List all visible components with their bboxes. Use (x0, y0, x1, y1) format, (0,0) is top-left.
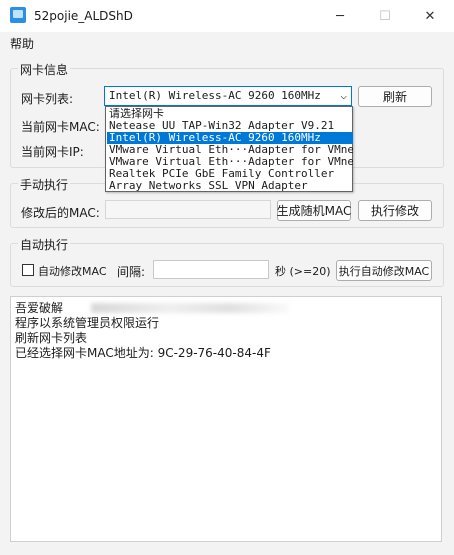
nic-option[interactable]: 请选择网卡 (107, 108, 353, 120)
generate-random-mac-button[interactable]: 生成随机MAC (277, 200, 351, 221)
nic-select-value: Intel(R) Wireless-AC 9260 160MHz (109, 89, 321, 102)
log-line: 程序以系统管理员权限运行 (15, 316, 160, 330)
auto-legend: 自动执行 (18, 236, 71, 253)
nic-select[interactable]: Intel(R) Wireless-AC 9260 160MHz ⌵ (104, 86, 352, 106)
nic-option[interactable]: VMware Virtual Eth···Adapter for VMnet8 (107, 156, 353, 168)
nic-option[interactable]: VMware Virtual Eth···Adapter for VMnet1 (107, 144, 353, 156)
app-icon (10, 7, 26, 23)
minimize-button[interactable]: ─ (317, 0, 363, 32)
log-textarea[interactable]: 吾爱破解 程序以系统管理员权限运行 刷新网卡列表 已经选择网卡MAC地址为: 9… (10, 296, 442, 542)
current-mac-label: 当前网卡MAC: (21, 120, 100, 134)
nic-option-selected[interactable]: Intel(R) Wireless-AC 9260 160MHz (107, 132, 353, 144)
interval-unit: 秒 (>=20) (275, 265, 331, 278)
nic-option[interactable]: Realtek PCIe GbE Family Controller (107, 168, 353, 180)
title-bar[interactable]: 52pojie_ALDShD ─ ☐ ✕ (0, 0, 454, 32)
execute-modify-button[interactable]: 执行修改 (358, 200, 432, 221)
menu-help[interactable]: 帮助 (10, 35, 34, 52)
interval-input[interactable] (153, 260, 269, 279)
window-title: 52pojie_ALDShD (34, 9, 133, 23)
refresh-button[interactable]: 刷新 (358, 86, 432, 107)
manual-legend: 手动执行 (18, 176, 71, 193)
log-line: 吾爱破解 (15, 301, 64, 315)
maximize-button[interactable]: ☐ (362, 0, 408, 32)
chevron-down-icon: ⌵ (340, 89, 347, 102)
log-line: 刷新网卡列表 (15, 331, 88, 345)
current-ip-label: 当前网卡IP: (21, 145, 84, 159)
redacted-text (91, 303, 289, 313)
modified-mac-label: 修改后的MAC: (21, 206, 100, 220)
nic-list-label: 网卡列表: (21, 92, 74, 106)
interval-label: 间隔: (117, 265, 146, 279)
nic-info-legend: 网卡信息 (18, 61, 71, 78)
nic-dropdown-list: 请选择网卡 Netease UU TAP-Win32 Adapter V9.21… (105, 106, 353, 192)
execute-auto-modify-button[interactable]: 执行自动修改MAC (336, 260, 432, 281)
modified-mac-input[interactable] (105, 200, 271, 219)
auto-modify-checkbox[interactable] (22, 264, 34, 276)
app-window: 52pojie_ALDShD ─ ☐ ✕ 帮助 网卡信息 网卡列表: Intel… (0, 0, 454, 555)
nic-option[interactable]: Array Networks SSL VPN Adapter (107, 180, 353, 192)
nic-option[interactable]: Netease UU TAP-Win32 Adapter V9.21 (107, 120, 353, 132)
menu-bar: 帮助 (0, 32, 454, 54)
log-line: 已经选择网卡MAC地址为: 9C-29-76-40-84-4F (15, 346, 271, 360)
close-button[interactable]: ✕ (407, 0, 453, 32)
auto-modify-label: 自动修改MAC (38, 265, 107, 278)
